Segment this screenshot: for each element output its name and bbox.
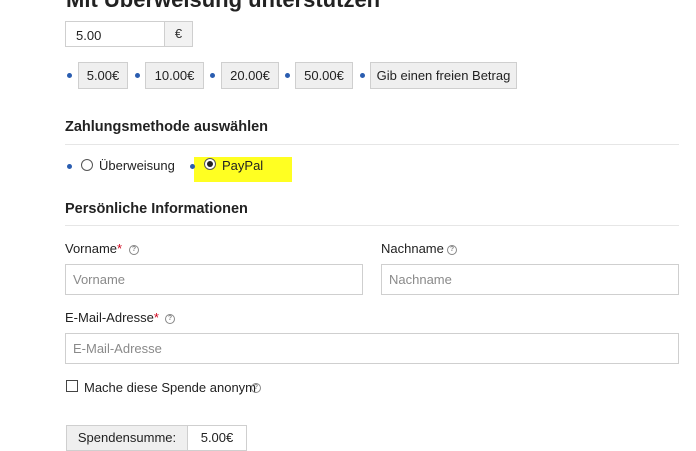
help-icon[interactable]: ? xyxy=(447,245,457,255)
payment-method-title: Zahlungsmethode auswählen xyxy=(65,119,269,135)
anonymous-label[interactable]: Mache diese Spende anonym xyxy=(84,380,256,395)
first-name-input[interactable] xyxy=(65,264,363,295)
preset-amount-button-5[interactable]: 5.00€ xyxy=(78,62,128,89)
email-label-text: E-Mail-Adresse xyxy=(65,310,154,325)
bullet-icon xyxy=(135,73,140,78)
help-icon[interactable]: ? xyxy=(165,314,175,324)
bullet-icon xyxy=(190,164,195,169)
first-name-label: Vorname* xyxy=(65,241,122,256)
bullet-icon xyxy=(67,164,72,169)
preset-amount-button-20[interactable]: 20.00€ xyxy=(221,62,279,89)
divider xyxy=(65,225,679,226)
bullet-icon xyxy=(360,73,365,78)
preset-amount-button-10[interactable]: 10.00€ xyxy=(145,62,204,89)
email-input[interactable] xyxy=(65,333,679,364)
donation-sum-label: Spendensumme: xyxy=(66,425,188,451)
email-label: E-Mail-Adresse* xyxy=(65,310,159,325)
help-icon[interactable]: ? xyxy=(251,383,261,393)
divider xyxy=(65,144,679,145)
preset-amount-button-50[interactable]: 50.00€ xyxy=(295,62,353,89)
currency-addon: € xyxy=(164,21,193,47)
bullet-icon xyxy=(210,73,215,78)
required-marker: * xyxy=(117,241,123,256)
anonymous-checkbox[interactable] xyxy=(66,380,78,392)
radio-ueberweisung[interactable] xyxy=(81,159,93,171)
personal-info-title: Persönliche Informationen xyxy=(65,201,248,217)
help-icon[interactable]: ? xyxy=(129,245,139,255)
bullet-icon xyxy=(67,73,72,78)
first-name-label-text: Vorname xyxy=(65,241,118,256)
donation-sum-value: 5.00€ xyxy=(187,425,247,451)
required-marker: * xyxy=(153,310,159,325)
last-name-input[interactable] xyxy=(381,264,679,295)
last-name-label: Nachname xyxy=(381,241,444,256)
radio-label-ueberweisung[interactable]: Überweisung xyxy=(99,158,175,173)
bullet-icon xyxy=(285,73,290,78)
section-title-support: Mit Überweisung unterstützen xyxy=(66,0,380,13)
free-amount-button[interactable]: Gib einen freien Betrag xyxy=(370,62,517,89)
amount-input[interactable]: 5.00 xyxy=(65,21,165,47)
radio-label-paypal[interactable]: PayPal xyxy=(222,158,263,173)
radio-paypal[interactable] xyxy=(204,158,216,170)
